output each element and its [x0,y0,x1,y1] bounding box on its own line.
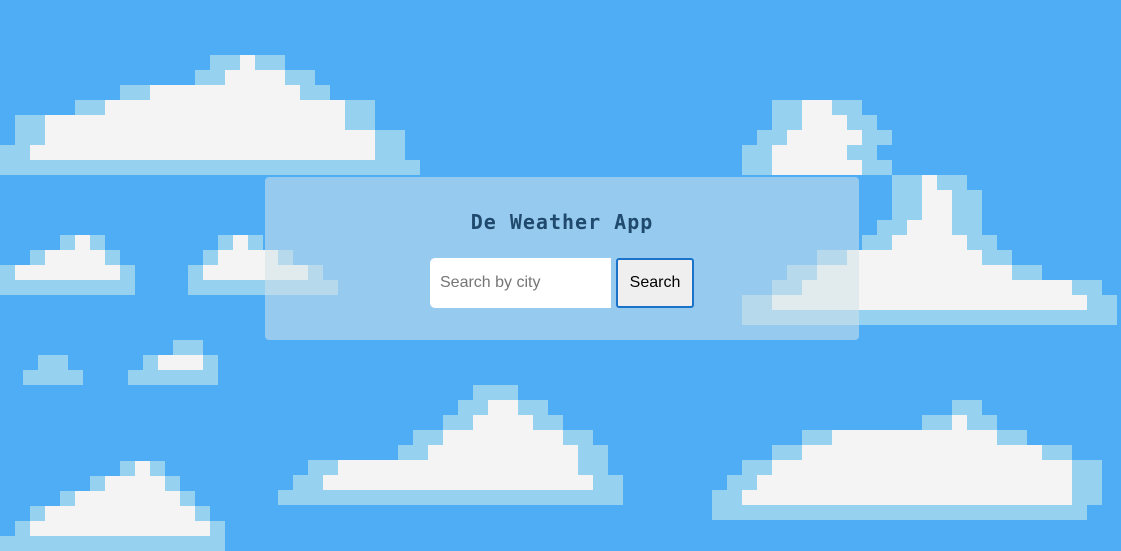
cloud-bottom-right [712,400,1102,520]
cloud-top-left [0,55,420,175]
cloud-small-2 [128,340,218,385]
weather-card: De Weather App Search [265,177,859,340]
cloud-small-1 [23,355,83,385]
app-title: De Weather App [470,210,654,234]
cloud-bottom-left [0,461,225,551]
search-button[interactable]: Search [616,258,694,308]
cloud-bottom-center [278,385,623,505]
search-input[interactable] [430,258,611,308]
search-form: Search [430,258,694,308]
cloud-mid-left [0,235,135,295]
